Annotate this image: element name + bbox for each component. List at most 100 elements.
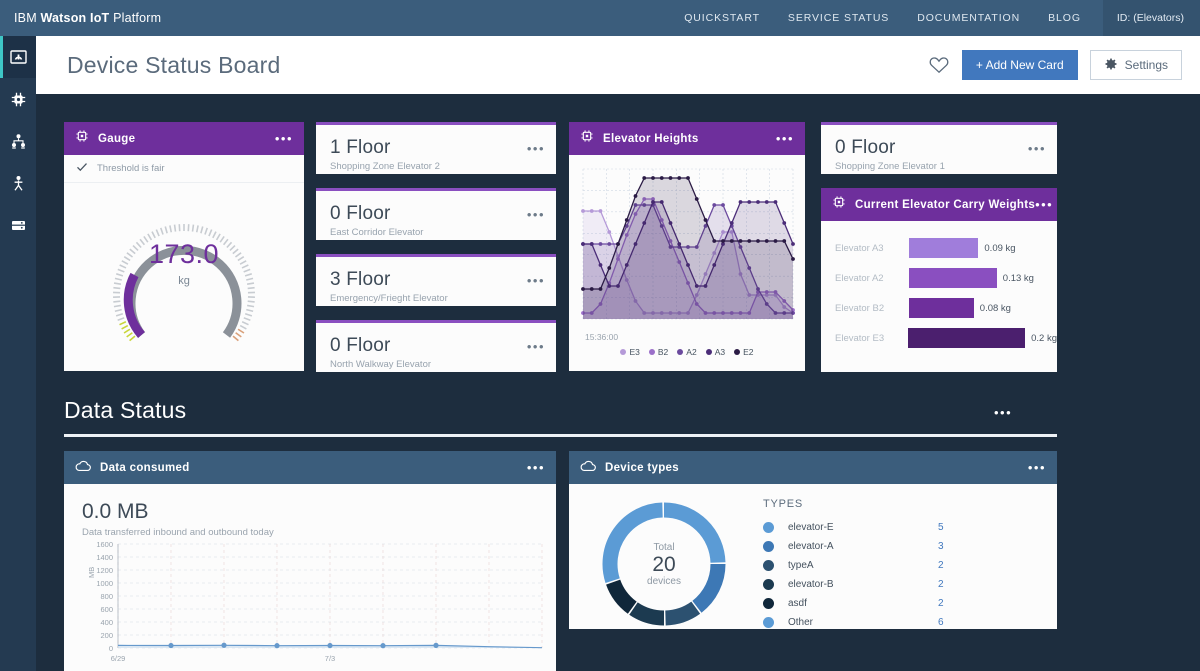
nav-documentation[interactable]: DOCUMENTATION xyxy=(903,0,1034,36)
cloud-icon xyxy=(75,459,91,477)
gear-icon xyxy=(1104,57,1118,74)
card-floor-1-menu[interactable]: ••• xyxy=(527,208,545,221)
card-device-types-header: Device types ••• xyxy=(569,451,1057,484)
org-id-badge[interactable]: ID: (Elevators) xyxy=(1102,0,1200,36)
device-type-row[interactable]: elevator-A 3 xyxy=(763,537,1057,556)
brand-prefix: IBM xyxy=(14,11,41,25)
chip-icon xyxy=(75,129,89,148)
device-type-swatch xyxy=(763,598,774,609)
weight-value: 0.09 kg xyxy=(984,242,1016,254)
card-carry-weights-menu[interactable]: ••• xyxy=(1035,198,1053,211)
card-device-types-title: Device types xyxy=(605,461,679,474)
card-floor-4[interactable]: 0 Floor Shopping Zone Elevator 1 ••• xyxy=(821,122,1057,174)
device-type-count: 2 xyxy=(938,560,944,571)
svg-text:800: 800 xyxy=(100,592,113,601)
gauge-visual: 173.0 kg xyxy=(64,183,304,363)
sidebar-item-analytics[interactable] xyxy=(0,204,36,246)
device-type-label: elevator-E xyxy=(788,522,834,533)
weight-value: 0.2 kg xyxy=(1031,332,1057,344)
settings-button[interactable]: Settings xyxy=(1089,50,1182,80)
section-data-status-menu[interactable]: ••• xyxy=(994,406,1012,419)
check-icon xyxy=(76,161,88,176)
card-data-consumed-body: 0.0 MB Data transferred inbound and outb… xyxy=(64,484,556,671)
card-floor-3[interactable]: 0 Floor North Walkway Elevator ••• xyxy=(316,320,556,372)
brand-bold: Watson IoT xyxy=(40,11,110,25)
card-elevator-heights-menu[interactable]: ••• xyxy=(776,132,794,145)
nav-blog[interactable]: BLOG xyxy=(1034,0,1095,36)
nav-quickstart[interactable]: QUICKSTART xyxy=(670,0,774,36)
gauge-unit: kg xyxy=(178,275,190,287)
brand-logo: IBM Watson IoT Platform xyxy=(0,11,161,25)
boards-chip-icon xyxy=(10,91,27,108)
weight-bar xyxy=(909,268,997,288)
legend-label: E2 xyxy=(743,347,754,357)
weight-row: Elevator A2 0.13 kg xyxy=(821,263,1057,293)
device-type-count: 5 xyxy=(938,522,944,533)
elevator-heights-timestamp: 15:36:00 xyxy=(585,332,619,342)
donut-total-unit: devices xyxy=(647,576,681,588)
legend-swatch xyxy=(620,349,627,355)
sidebar-item-devices[interactable] xyxy=(0,120,36,162)
floor-value: 3 Floor xyxy=(330,269,391,290)
card-device-types-menu[interactable]: ••• xyxy=(1028,461,1046,474)
nav-service-status[interactable]: SERVICE STATUS xyxy=(774,0,903,36)
section-title-data-status: Data Status xyxy=(64,397,187,423)
floor-subtitle: Emergency/Frieght Elevator xyxy=(330,293,448,304)
security-person-icon xyxy=(10,175,27,192)
sidebar-item-security[interactable] xyxy=(0,162,36,204)
data-consumed-chart: 0 200 400 600 800 1000 1200 1400 1600 MB 6/29 7/3 xyxy=(87,540,543,663)
svg-text:400: 400 xyxy=(100,618,113,627)
legend-item-e2[interactable]: E2 xyxy=(734,347,754,357)
add-new-card-button[interactable]: + Add New Card xyxy=(961,50,1078,80)
legend-item-a2[interactable]: A2 xyxy=(677,347,697,357)
card-floor-4-menu[interactable]: ••• xyxy=(1028,142,1046,155)
weight-bar xyxy=(909,238,979,258)
device-type-row[interactable]: elevator-B 2 xyxy=(763,575,1057,594)
device-type-count: 2 xyxy=(938,598,944,609)
device-type-label: elevator-B xyxy=(788,579,834,590)
card-gauge-header: Gauge ••• xyxy=(64,122,304,155)
card-floor-1[interactable]: 0 Floor East Corridor Elevator ••• xyxy=(316,188,556,240)
card-gauge-menu[interactable]: ••• xyxy=(275,132,293,145)
device-type-label: elevator-A xyxy=(788,541,834,552)
card-floor-0[interactable]: 1 Floor Shopping Zone Elevator 2 ••• xyxy=(316,122,556,174)
sidebar-item-boards[interactable] xyxy=(0,78,36,120)
card-data-consumed-menu[interactable]: ••• xyxy=(527,461,545,474)
card-floor-2[interactable]: 3 Floor Emergency/Frieght Elevator ••• xyxy=(316,254,556,306)
legend-item-e3[interactable]: E3 xyxy=(620,347,640,357)
device-type-label: asdf xyxy=(788,598,807,609)
device-type-count: 2 xyxy=(938,579,944,590)
device-types-legend: TYPES elevator-E 5 elevator-A 3 typeA 2 elevat… xyxy=(759,498,1057,632)
device-type-swatch xyxy=(763,541,774,552)
device-type-row[interactable]: asdf 2 xyxy=(763,594,1057,613)
sidebar xyxy=(0,36,36,671)
floor-subtitle: Shopping Zone Elevator 1 xyxy=(835,161,945,172)
data-consumed-value: 0.0 MB xyxy=(82,500,149,523)
device-types-donut: Total 20 devices xyxy=(569,498,759,632)
device-type-row[interactable]: Other 6 xyxy=(763,613,1057,632)
card-floor-2-menu[interactable]: ••• xyxy=(527,274,545,287)
svg-text:0: 0 xyxy=(109,644,113,653)
weight-label: Elevator B2 xyxy=(835,302,885,314)
settings-label: Settings xyxy=(1124,58,1168,72)
svg-text:1200: 1200 xyxy=(96,566,113,575)
donut-center-label: Total 20 devices xyxy=(569,542,759,587)
device-type-row[interactable]: typeA 2 xyxy=(763,556,1057,575)
card-gauge: Gauge ••• Threshold is fair 173.0 kg xyxy=(64,122,304,371)
card-floor-0-menu[interactable]: ••• xyxy=(527,142,545,155)
top-bar: IBM Watson IoT Platform QUICKSTART SERVI… xyxy=(0,0,1200,36)
page-header: Device Status Board + Add New Card Setti… xyxy=(36,36,1200,94)
card-data-consumed-title: Data consumed xyxy=(100,461,190,474)
elevator-heights-legend: E3 B2 A2 A3 E2 xyxy=(577,347,797,363)
gauge-value: 173.0 xyxy=(148,239,220,269)
sidebar-item-dashboard[interactable] xyxy=(0,36,36,78)
legend-item-a3[interactable]: A3 xyxy=(705,347,725,357)
legend-label: B2 xyxy=(657,347,669,357)
card-floor-3-menu[interactable]: ••• xyxy=(527,340,545,353)
device-types-legend-header: TYPES xyxy=(763,498,804,510)
device-type-label: Other xyxy=(788,617,814,628)
device-type-row[interactable]: elevator-E 5 xyxy=(763,518,1057,537)
legend-item-b2[interactable]: B2 xyxy=(648,347,669,357)
card-data-consumed: Data consumed ••• 0.0 MB Data transferre… xyxy=(64,451,556,671)
heart-icon[interactable] xyxy=(928,54,950,76)
